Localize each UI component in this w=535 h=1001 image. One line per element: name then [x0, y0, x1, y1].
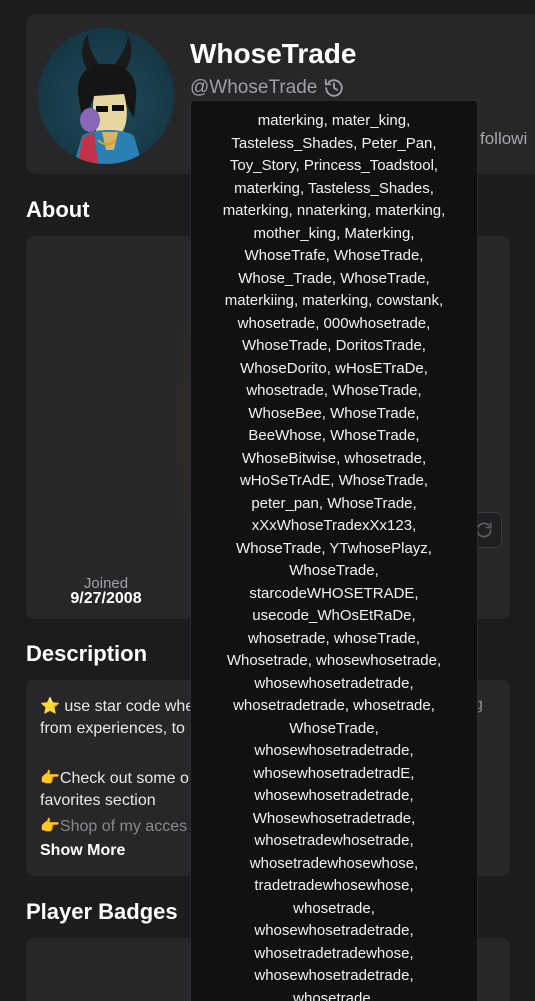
previous-username-line: WhoseTrade, YTwhosePlayz, — [236, 539, 432, 557]
previous-username-line: xXxWhoseTradexXx123, — [251, 517, 417, 534]
previous-username-line: Whosewhosetradetrade, — [252, 809, 416, 827]
display-name: WhoseTrade — [190, 38, 357, 69]
previous-username-line: materking, nnaterking, materking, — [222, 202, 446, 219]
description-line-5: 👉Shop of my acces — [40, 818, 188, 835]
previous-username-line: whosetradetradewhose, — [254, 944, 414, 962]
previous-username-line: Tasteless_Shades, Peter_Pan, — [231, 134, 437, 152]
previous-username-line: whosewhosetradetrade, — [254, 742, 414, 759]
previous-username-line: tradetradewhosewhose, — [254, 877, 414, 894]
avatar-image — [74, 34, 142, 164]
previous-username-line: whosetrade, WhoseTrade, — [246, 382, 422, 399]
previous-username-line: WhoseTrade, DoritosTrade, — [242, 337, 426, 354]
previous-username-line: usecode_WhOsEtRaDe, — [252, 607, 416, 624]
previous-usernames-tooltip: materking, mater_king, Tasteless_Shades,… — [190, 100, 478, 1001]
previous-username-line: WhoseBee, WhoseTrade, — [248, 404, 420, 422]
previous-username-line: whosetrade, — [293, 899, 375, 917]
previous-username-line: materkiing, materking, cowstank, — [224, 292, 444, 309]
previous-username-line: Toy_Story, Princess_Toadstool, — [229, 157, 439, 174]
following-count-label[interactable]: followi — [480, 129, 527, 149]
previous-username-line: WhoseDorito, wHosETraDe, — [240, 359, 428, 377]
previous-username-line: starcodeWHOSETRADE, — [249, 584, 419, 602]
previous-username-line: Whose_Trade, WhoseTrade, — [238, 269, 430, 287]
about-heading: About — [26, 197, 90, 222]
previous-username-line: whosewhosetradetrade, — [254, 922, 414, 939]
joined-date: 9/27/2008 — [70, 590, 142, 607]
previous-username-line: WhoseTrade, — [289, 562, 379, 579]
description-heading: Description — [26, 641, 148, 666]
show-more-button[interactable]: Show More — [40, 842, 125, 860]
previous-username-line: peter_pan, WhoseTrade, — [251, 494, 417, 512]
previous-username-line: whosetradetrade, whosetrade, — [233, 697, 435, 714]
previous-username-line: BeeWhose, WhoseTrade, — [248, 427, 420, 444]
previous-username-line: materking, mater_king, — [257, 112, 411, 129]
previous-username-line: WhoseBitwise, whosetrade, — [241, 449, 427, 467]
avatar[interactable] — [38, 28, 174, 164]
previous-username-line: whosewhosetradetradE, — [253, 764, 415, 782]
description-line-3: 👉Check out some o — [40, 770, 189, 787]
description-line-4: favorites section — [40, 792, 156, 809]
previous-username-line: WhoseTrade, — [289, 719, 379, 737]
previous-username-line: whosetradewhosewhose, — [249, 854, 419, 872]
previous-username-line: wHoSeTrAdE, WhoseTrade, — [239, 472, 429, 489]
description-line-1: ⭐ use star code whe — [40, 698, 195, 715]
previous-username-line: whosetradewhosetrade, — [254, 832, 414, 849]
previous-username-line: whosewhosetradetrade, — [254, 787, 414, 804]
previous-username-line: materking, Tasteless_Shades, — [234, 179, 434, 197]
previous-username-line: Whosetrade, whosewhosetrade, — [226, 652, 442, 669]
previous-username-line: mother_king, Materking, — [253, 224, 415, 242]
previous-username-line: WhoseTrafe, WhoseTrade, — [244, 247, 424, 264]
previous-username-line: whosewhosetradetrade, — [254, 967, 414, 984]
username: @WhoseTrade — [190, 77, 318, 98]
previous-username-line: whosetrade, 000whosetrade, — [237, 314, 431, 332]
player-badges-heading: Player Badges — [26, 899, 178, 924]
description-line-2: from experiences, to — [40, 720, 185, 737]
history-icon[interactable] — [323, 77, 345, 99]
previous-username-line: whosewhosetradetrade, — [254, 674, 414, 692]
previous-username-line: whosetrade, whoseTrade, — [247, 629, 421, 647]
previous-username-line: whosetrade, — [293, 989, 375, 1001]
